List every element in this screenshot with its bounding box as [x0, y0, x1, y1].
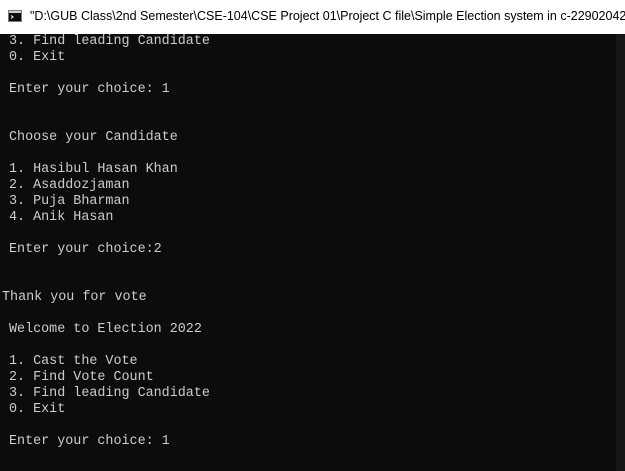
console-line: Choose your Candidate [9, 130, 178, 145]
console-line: 3. Find leading Candidate [9, 386, 210, 401]
console-line: Welcome to Election 2022 [9, 322, 202, 337]
console-line: 3. Puja Bharman [9, 194, 130, 209]
console-line: Enter your choice: 1 [9, 82, 170, 97]
console-line: 0. Exit [9, 402, 66, 417]
console-line: Enter your choice:2 [9, 242, 162, 257]
console-window: "D:\GUB Class\2nd Semester\CSE-104\CSE P… [0, 0, 625, 471]
console-line: 2. Find Vote Count [9, 370, 154, 385]
console-line: 1. Cast the Vote [9, 354, 138, 369]
console-line: 3. Find leading Candidate [9, 34, 210, 49]
console-output[interactable]: 3. Find leading Candidate 0. Exit Enter … [0, 34, 616, 471]
console-line: 2. Asaddozjaman [9, 178, 130, 193]
console-line: 0. Exit [9, 50, 66, 65]
console-line: 1. Hasibul Hasan Khan [9, 162, 178, 177]
console-line: Enter your choice: 1 [9, 434, 170, 449]
console-line: Thank you for vote [2, 290, 147, 305]
title-bar[interactable]: "D:\GUB Class\2nd Semester\CSE-104\CSE P… [0, 0, 625, 34]
window-title: "D:\GUB Class\2nd Semester\CSE-104\CSE P… [30, 9, 625, 23]
vertical-scrollbar[interactable] [616, 34, 625, 471]
console-window-icon [8, 10, 22, 22]
console-line: 4. Anik Hasan [9, 210, 114, 225]
